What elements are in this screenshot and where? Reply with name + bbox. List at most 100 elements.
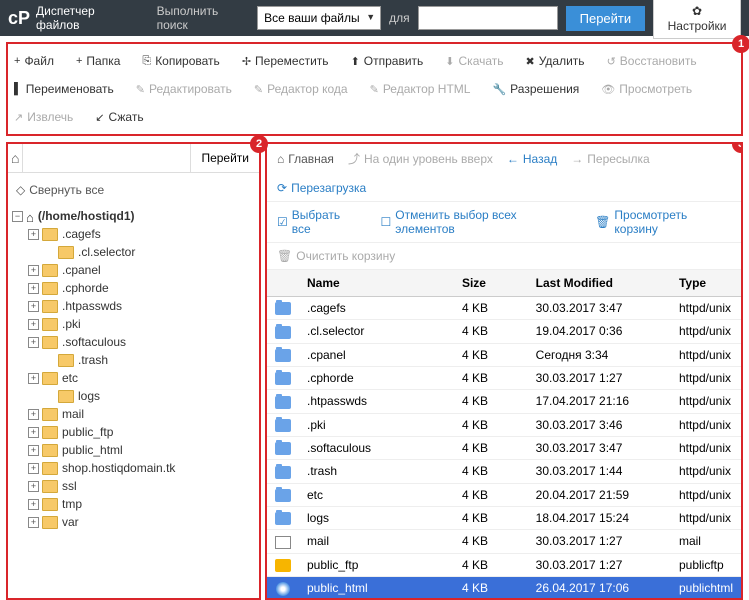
table-row[interactable]: .cagefs4 KB30.03.2017 3:47httpd/unix [267, 297, 741, 320]
app-logo: cP Диспетчер файлов [8, 4, 137, 32]
table-row[interactable]: mail4 KB30.03.2017 1:27mail [267, 530, 741, 553]
table-row[interactable]: .softaculous4 KB30.03.2017 3:47httpd/uni… [267, 436, 741, 459]
tree-toggle-icon[interactable]: − [12, 211, 23, 222]
settings-button[interactable]: ✿ Настройки [653, 0, 741, 39]
col-modified[interactable]: Last Modified [528, 270, 671, 297]
tree-toggle-icon[interactable]: + [28, 517, 39, 528]
folder-icon [42, 408, 58, 421]
table-row[interactable]: logs4 KB18.04.2017 15:24httpd/unix [267, 506, 741, 529]
tree-node[interactable]: +mail [12, 405, 255, 423]
search-go-button[interactable]: Перейти [566, 6, 646, 31]
tree-toggle-icon[interactable]: + [28, 283, 39, 294]
table-row[interactable]: .trash4 KB30.03.2017 1:44httpd/unix [267, 460, 741, 483]
tree-node[interactable]: +var [12, 513, 255, 531]
table-row[interactable]: public_html4 KB26.04.2017 17:06publichtm… [267, 576, 741, 598]
nav-reload[interactable]: ⟳Перезагрузка [277, 181, 366, 195]
tree-node[interactable]: +public_ftp [12, 423, 255, 441]
tree-toggle-icon[interactable]: + [28, 445, 39, 456]
tree-node[interactable]: +tmp [12, 495, 255, 513]
table-row[interactable]: .htpasswds4 KB17.04.2017 21:16httpd/unix [267, 390, 741, 413]
tree-node[interactable]: logs [12, 387, 255, 405]
tree-toggle-icon[interactable]: + [28, 409, 39, 420]
toolbar-разрешения[interactable]: 🔧Разрешения [490, 76, 581, 102]
tree-node[interactable]: +etc [12, 369, 255, 387]
tree-node[interactable]: + public_html [12, 441, 255, 459]
tree-toggle-icon[interactable]: + [28, 337, 39, 348]
tree-node[interactable]: +.htpasswds [12, 297, 255, 315]
toolbar-отправить[interactable]: ⬆Отправить [349, 48, 426, 74]
toolbar-удалить[interactable]: ✖Удалить [524, 48, 587, 74]
table-row[interactable]: .cl.selector4 KB19.04.2017 0:36httpd/uni… [267, 320, 741, 343]
cell-size: 4 KB [454, 483, 528, 506]
tree-node[interactable]: +.softaculous [12, 333, 255, 351]
toolbar-icon: ✎ [254, 83, 263, 96]
toolbar-icon: ↗ [14, 111, 23, 124]
table-row[interactable]: .cpanel4 KBСегодня 3:34httpd/unix [267, 343, 741, 366]
tree-toggle-icon[interactable]: + [28, 481, 39, 492]
table-row[interactable]: .pki4 KB30.03.2017 3:46httpd/unix [267, 413, 741, 436]
tree-toggle-icon[interactable]: + [28, 463, 39, 474]
tree-node[interactable]: +.cphorde [12, 279, 255, 297]
search-input[interactable] [418, 6, 558, 30]
nav-home[interactable]: ⌂Главная [277, 152, 334, 166]
toolbar-файл[interactable]: +Файл [12, 48, 56, 74]
toolbar-папка[interactable]: +Папка [74, 48, 122, 74]
toolbar-редактировать: ✎Редактировать [134, 76, 234, 102]
select-all-button[interactable]: ☑Выбрать все [277, 208, 361, 236]
path-input[interactable] [23, 144, 190, 172]
tree-root[interactable]: − ⌂ (/home/hostiqd1) [12, 207, 255, 225]
tree-toggle-icon[interactable]: + [28, 265, 39, 276]
deselect-all-button[interactable]: ☐Отменить выбор всех элементов [381, 208, 576, 236]
cell-name: .pki [299, 413, 454, 436]
folder-tree: − ⌂ (/home/hostiqd1) +.cagefs.cl.selecto… [8, 207, 259, 598]
nav-forward[interactable]: →Пересылка [571, 152, 649, 166]
nav-back[interactable]: ←Назад [507, 152, 557, 166]
tree-node[interactable]: .cl.selector [12, 243, 255, 261]
toolbar-сжать[interactable]: ↙Сжать [93, 104, 145, 130]
tree-node[interactable]: + .cpanel [12, 261, 255, 279]
table-row[interactable]: .cphorde4 KB30.03.2017 1:27httpd/unix [267, 366, 741, 389]
search-scope-select[interactable]: Все ваши файлы [257, 6, 381, 30]
home-button[interactable]: ⌂ [8, 144, 23, 172]
cell-modified: 30.03.2017 1:27 [528, 366, 671, 389]
folder-icon [58, 246, 74, 259]
forward-icon: → [571, 152, 583, 166]
toolbar-icon: ▌ [14, 83, 22, 95]
cell-type: httpd/unix [671, 366, 741, 389]
col-size[interactable]: Size [454, 270, 528, 297]
empty-trash-button[interactable]: 🗑Очистить корзину [277, 249, 395, 263]
col-name[interactable]: Name [299, 270, 454, 297]
collapse-all-button[interactable]: ◇ Свернуть все [8, 173, 259, 207]
table-row[interactable]: public_ftp4 KB30.03.2017 1:27publicftp [267, 553, 741, 576]
tree-node[interactable]: +ssl [12, 477, 255, 495]
toolbar-переместить[interactable]: ✢Переместить [240, 48, 331, 74]
view-trash-button[interactable]: 🗑Просмотреть корзину [595, 208, 731, 236]
folder-icon [42, 372, 58, 385]
col-icon[interactable] [267, 270, 299, 297]
folder-icon [42, 336, 58, 349]
folder-icon [42, 516, 58, 529]
toolbar-переименовать[interactable]: ▌Переименовать [12, 76, 116, 102]
cell-size: 4 KB [454, 413, 528, 436]
tree-toggle-icon[interactable]: + [28, 301, 39, 312]
table-row[interactable]: etc4 KB20.04.2017 21:59httpd/unix [267, 483, 741, 506]
tree-node[interactable]: +.cagefs [12, 225, 255, 243]
cell-size: 4 KB [454, 297, 528, 320]
path-go-button[interactable]: Перейти [190, 144, 259, 172]
tree-toggle-icon[interactable]: + [28, 319, 39, 330]
cell-type: httpd/unix [671, 436, 741, 459]
tree-toggle-icon[interactable]: + [28, 499, 39, 510]
col-type[interactable]: Type [671, 270, 741, 297]
toolbar-копировать[interactable]: ⎘Копировать [140, 48, 221, 74]
tree-label: .cpanel [62, 263, 101, 277]
tree-toggle-icon[interactable]: + [28, 427, 39, 438]
tree-toggle-icon[interactable]: + [28, 373, 39, 384]
nav-up[interactable]: ⤴На один уровень вверх [348, 150, 493, 167]
folder-icon [275, 302, 291, 315]
tree-node[interactable]: +shop.hostiqdomain.tk [12, 459, 255, 477]
check-icon: ☑ [277, 215, 288, 229]
tree-node[interactable]: .trash [12, 351, 255, 369]
tree-node[interactable]: +.pki [12, 315, 255, 333]
tree-label: public_html [62, 443, 123, 457]
tree-toggle-icon[interactable]: + [28, 229, 39, 240]
